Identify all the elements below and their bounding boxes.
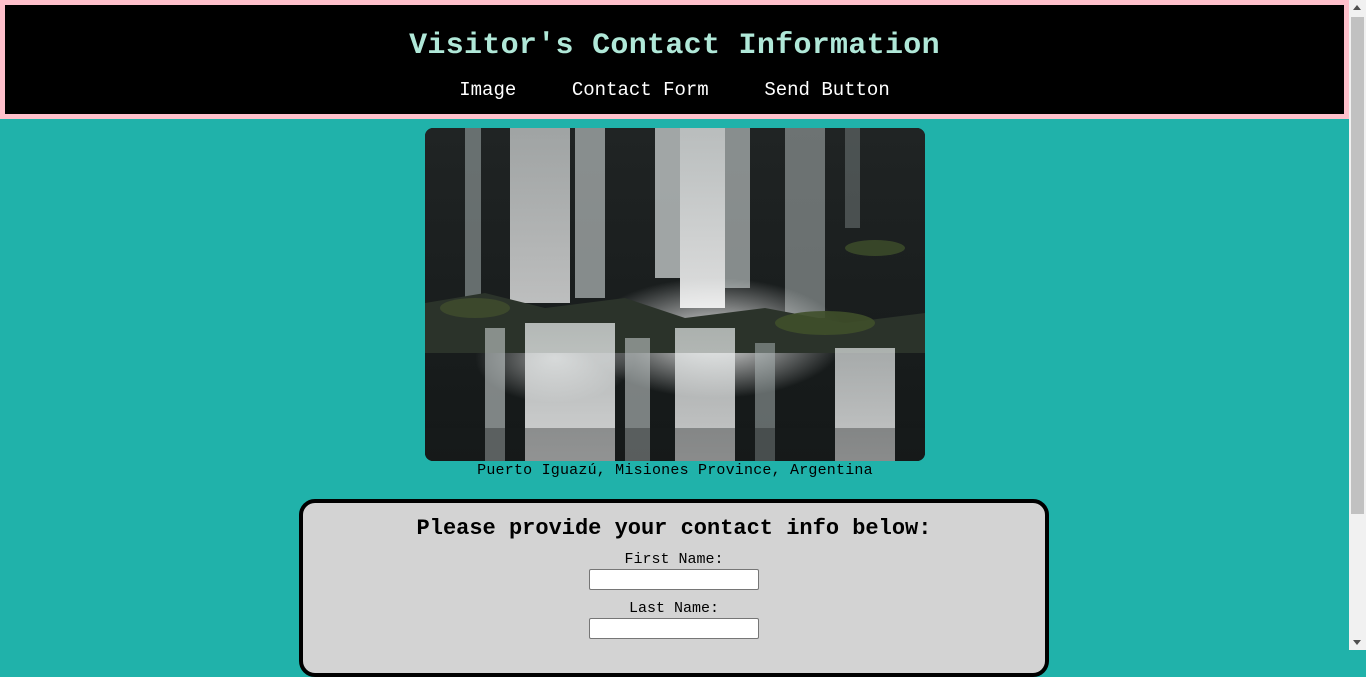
waterfall-photo	[425, 128, 925, 461]
first-name-input[interactable]	[589, 569, 759, 590]
last-name-label: Last Name:	[628, 600, 719, 617]
nav-link-send-button[interactable]: Send Button	[764, 79, 889, 101]
main-nav: Image Contact Form Send Button	[5, 79, 1344, 101]
last-name-input[interactable]	[589, 618, 759, 639]
first-name-group: First Name:	[303, 551, 1045, 590]
first-name-label: First Name:	[624, 551, 724, 568]
image-caption: Puerto Iguazú, Misiones Province, Argent…	[477, 462, 873, 479]
nav-link-contact-form[interactable]: Contact Form	[572, 79, 709, 101]
form-heading: Please provide your contact info below:	[416, 516, 932, 541]
contact-form: Please provide your contact info below: …	[299, 499, 1049, 677]
site-header: Visitor's Contact Information Image Cont…	[0, 0, 1349, 119]
scroll-up-arrow-icon[interactable]	[1353, 5, 1361, 10]
waterfall-figure: Puerto Iguazú, Misiones Province, Argent…	[425, 128, 925, 479]
vertical-scrollbar[interactable]	[1349, 0, 1366, 650]
page: Visitor's Contact Information Image Cont…	[0, 0, 1349, 677]
scrollbar-thumb[interactable]	[1351, 17, 1364, 514]
scroll-down-arrow-icon[interactable]	[1353, 640, 1361, 645]
nav-link-image[interactable]: Image	[459, 79, 516, 101]
page-title: Visitor's Contact Information	[409, 29, 940, 63]
last-name-group: Last Name:	[303, 600, 1045, 639]
